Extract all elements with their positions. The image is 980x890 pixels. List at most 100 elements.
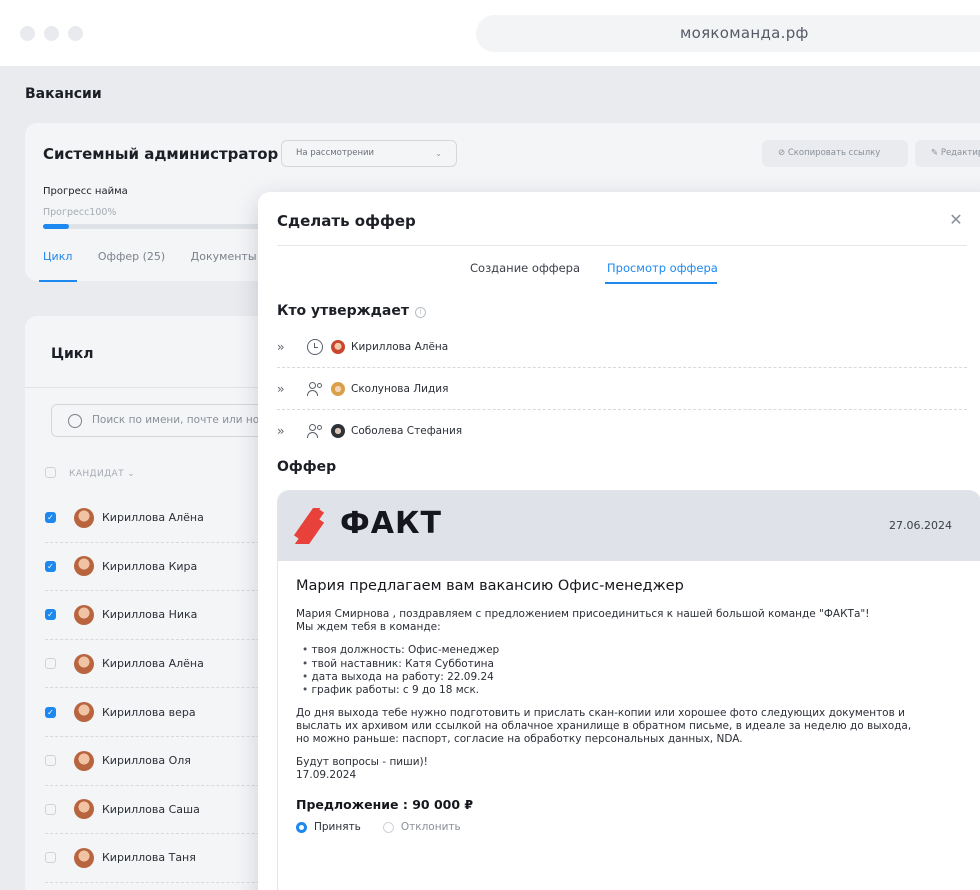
offer-header: ФАКТ 27.06.2024 bbox=[278, 491, 980, 561]
offer-docs-text: выслать их архивом или ссылкой на облачн… bbox=[296, 720, 912, 732]
accept-radio[interactable]: Принять bbox=[296, 821, 361, 834]
link-icon: ⊘ bbox=[778, 148, 788, 158]
candidate-name: Кириллова Алёна bbox=[102, 657, 204, 671]
approver-name: Сколунова Лидия bbox=[351, 382, 449, 395]
pencil-icon: ✎ bbox=[931, 148, 941, 158]
approvers-title: Кто утверждает i bbox=[277, 303, 426, 319]
list-item: график работы: с 9 до 18 мск. bbox=[302, 684, 956, 697]
divider bbox=[277, 245, 967, 246]
offer-price: Предложение : 90 000 ₽ bbox=[296, 796, 474, 812]
avatar bbox=[74, 507, 94, 528]
row-checkbox[interactable] bbox=[45, 803, 56, 815]
approver-row[interactable]: ›› Кириллова Алёна bbox=[277, 326, 967, 368]
offer-headline: Мария предлагаем вам вакансию Офис-менед… bbox=[296, 578, 684, 594]
candidate-column-label: КАНДИДАТ bbox=[69, 469, 125, 479]
candidate-name: Кириллова Таня bbox=[102, 851, 196, 865]
approver-row[interactable]: ›› Соболева Стефания bbox=[277, 410, 967, 452]
window-close-dot[interactable] bbox=[20, 26, 35, 41]
close-icon[interactable]: ✕ bbox=[946, 210, 966, 230]
candidate-column-header[interactable]: КАНДИДАТ ⌄ bbox=[45, 467, 135, 479]
list-item: твоя должность: Офис-менеджер bbox=[302, 644, 956, 657]
chevron-down-icon: ⌄ bbox=[127, 469, 136, 479]
radio-empty-icon bbox=[382, 822, 394, 834]
avatar bbox=[74, 847, 94, 868]
active-tab-indicator bbox=[39, 280, 77, 282]
progress-fill bbox=[43, 224, 69, 229]
search-placeholder: Поиск по имени, почте или но bbox=[92, 414, 260, 426]
candidate-name: Кириллова Ника bbox=[102, 608, 198, 622]
decline-radio[interactable]: Отклонить bbox=[382, 821, 461, 834]
double-chevron-icon: ›› bbox=[277, 381, 285, 396]
tab-documents[interactable]: Документы bbox=[191, 250, 257, 263]
status-select[interactable]: На рассмотрении ⌄ bbox=[281, 140, 457, 167]
avatar bbox=[74, 799, 94, 820]
approver-name: Соболева Стефания bbox=[351, 425, 463, 437]
browser-chrome: моякоманда.рф bbox=[0, 0, 980, 66]
page-title: Вакансии bbox=[25, 86, 102, 102]
window-maximize-dot[interactable] bbox=[68, 26, 83, 41]
status-value: На рассмотрении bbox=[296, 148, 375, 158]
row-checkbox[interactable]: ✓ bbox=[45, 706, 56, 718]
offer-sign-date: 17.09.2024 bbox=[296, 769, 357, 782]
double-chevron-icon: ›› bbox=[277, 339, 285, 354]
list-item: дата выхода на работу: 22.09.24 bbox=[302, 671, 956, 684]
edit-label: Редактировать bbox=[940, 148, 980, 158]
active-tab-indicator bbox=[605, 282, 717, 284]
candidate-name: Кириллова Алёна bbox=[102, 511, 204, 525]
row-checkbox[interactable] bbox=[45, 852, 56, 864]
approver-row[interactable]: ›› Сколунова Лидия bbox=[277, 368, 967, 410]
offer-intro: Мария Смирнова , поздравляем с предложен… bbox=[296, 608, 870, 621]
row-checkbox[interactable]: ✓ bbox=[45, 609, 56, 621]
users-icon bbox=[307, 423, 325, 439]
copy-link-button[interactable]: ⊘ Скопировать ссылку bbox=[762, 140, 908, 167]
row-checkbox[interactable] bbox=[45, 658, 56, 670]
row-checkbox[interactable]: ✓ bbox=[45, 560, 56, 572]
row-checkbox[interactable] bbox=[45, 755, 56, 767]
approvers-title-text: Кто утверждает bbox=[277, 303, 409, 319]
double-chevron-icon: ›› bbox=[277, 424, 285, 438]
progress-text: Прогресс100% bbox=[43, 207, 117, 218]
avatar bbox=[74, 750, 94, 771]
search-icon bbox=[68, 414, 82, 428]
offer-modal: Сделать оффер ✕ Создание оффера Просмотр… bbox=[258, 192, 980, 890]
offer-preview: ФАКТ 27.06.2024 Мария предлагаем вам вак… bbox=[277, 490, 980, 890]
offer-details-list: твоя должность: Офис-менеджер твой наста… bbox=[302, 644, 956, 697]
window-minimize-dot[interactable] bbox=[44, 26, 59, 41]
copy-link-label: Скопировать ссылку bbox=[787, 148, 881, 158]
tab-cycle[interactable]: Цикл bbox=[43, 250, 72, 263]
progress-label: Прогресс найма bbox=[43, 186, 128, 197]
edit-button[interactable]: ✎ Редактировать bbox=[915, 140, 980, 167]
offer-section-title: Оффер bbox=[277, 459, 337, 475]
address-bar[interactable]: моякоманда.рф bbox=[476, 15, 980, 52]
avatar bbox=[74, 604, 94, 625]
modal-title: Сделать оффер bbox=[277, 212, 416, 230]
users-icon bbox=[307, 381, 325, 397]
radio-selected-icon bbox=[296, 822, 307, 834]
row-checkbox[interactable]: ✓ bbox=[45, 512, 56, 524]
offer-intro: Мы ждем тебя в команде: bbox=[296, 621, 441, 634]
candidate-name: Кириллова вера bbox=[102, 705, 196, 719]
vacancy-title: Системный администратор bbox=[43, 145, 279, 163]
avatar bbox=[74, 653, 94, 674]
accept-label: Принять bbox=[314, 821, 361, 834]
candidate-name: Кириллова Саша bbox=[102, 802, 200, 816]
tab-view-offer[interactable]: Просмотр оффера bbox=[607, 261, 718, 275]
company-logo-text: ФАКТ bbox=[340, 506, 442, 541]
fakt-logo-icon bbox=[294, 508, 324, 544]
avatar bbox=[331, 339, 345, 354]
tab-offer[interactable]: Оффер (25) bbox=[98, 250, 165, 263]
tab-create-offer[interactable]: Создание оффера bbox=[470, 261, 580, 275]
cycle-title: Цикл bbox=[51, 346, 94, 362]
decline-label: Отклонить bbox=[400, 821, 461, 834]
info-icon[interactable]: i bbox=[414, 307, 426, 318]
select-all-checkbox[interactable] bbox=[45, 467, 56, 478]
approver-name: Кириллова Алёна bbox=[351, 340, 449, 353]
offer-body: Мария предлагаем вам вакансию Офис-менед… bbox=[296, 577, 956, 834]
offer-date: 27.06.2024 bbox=[889, 519, 952, 532]
offer-docs-text: но можно раньше: паспорт, согласие на об… bbox=[296, 733, 743, 746]
vacancy-tabs: Цикл Оффер (25) Документы bbox=[43, 250, 279, 263]
avatar bbox=[74, 556, 94, 577]
chevron-down-icon: ⌄ bbox=[435, 149, 442, 158]
offer-questions: Будут вопросы - пиши)! bbox=[296, 756, 428, 769]
clock-icon bbox=[307, 338, 323, 355]
